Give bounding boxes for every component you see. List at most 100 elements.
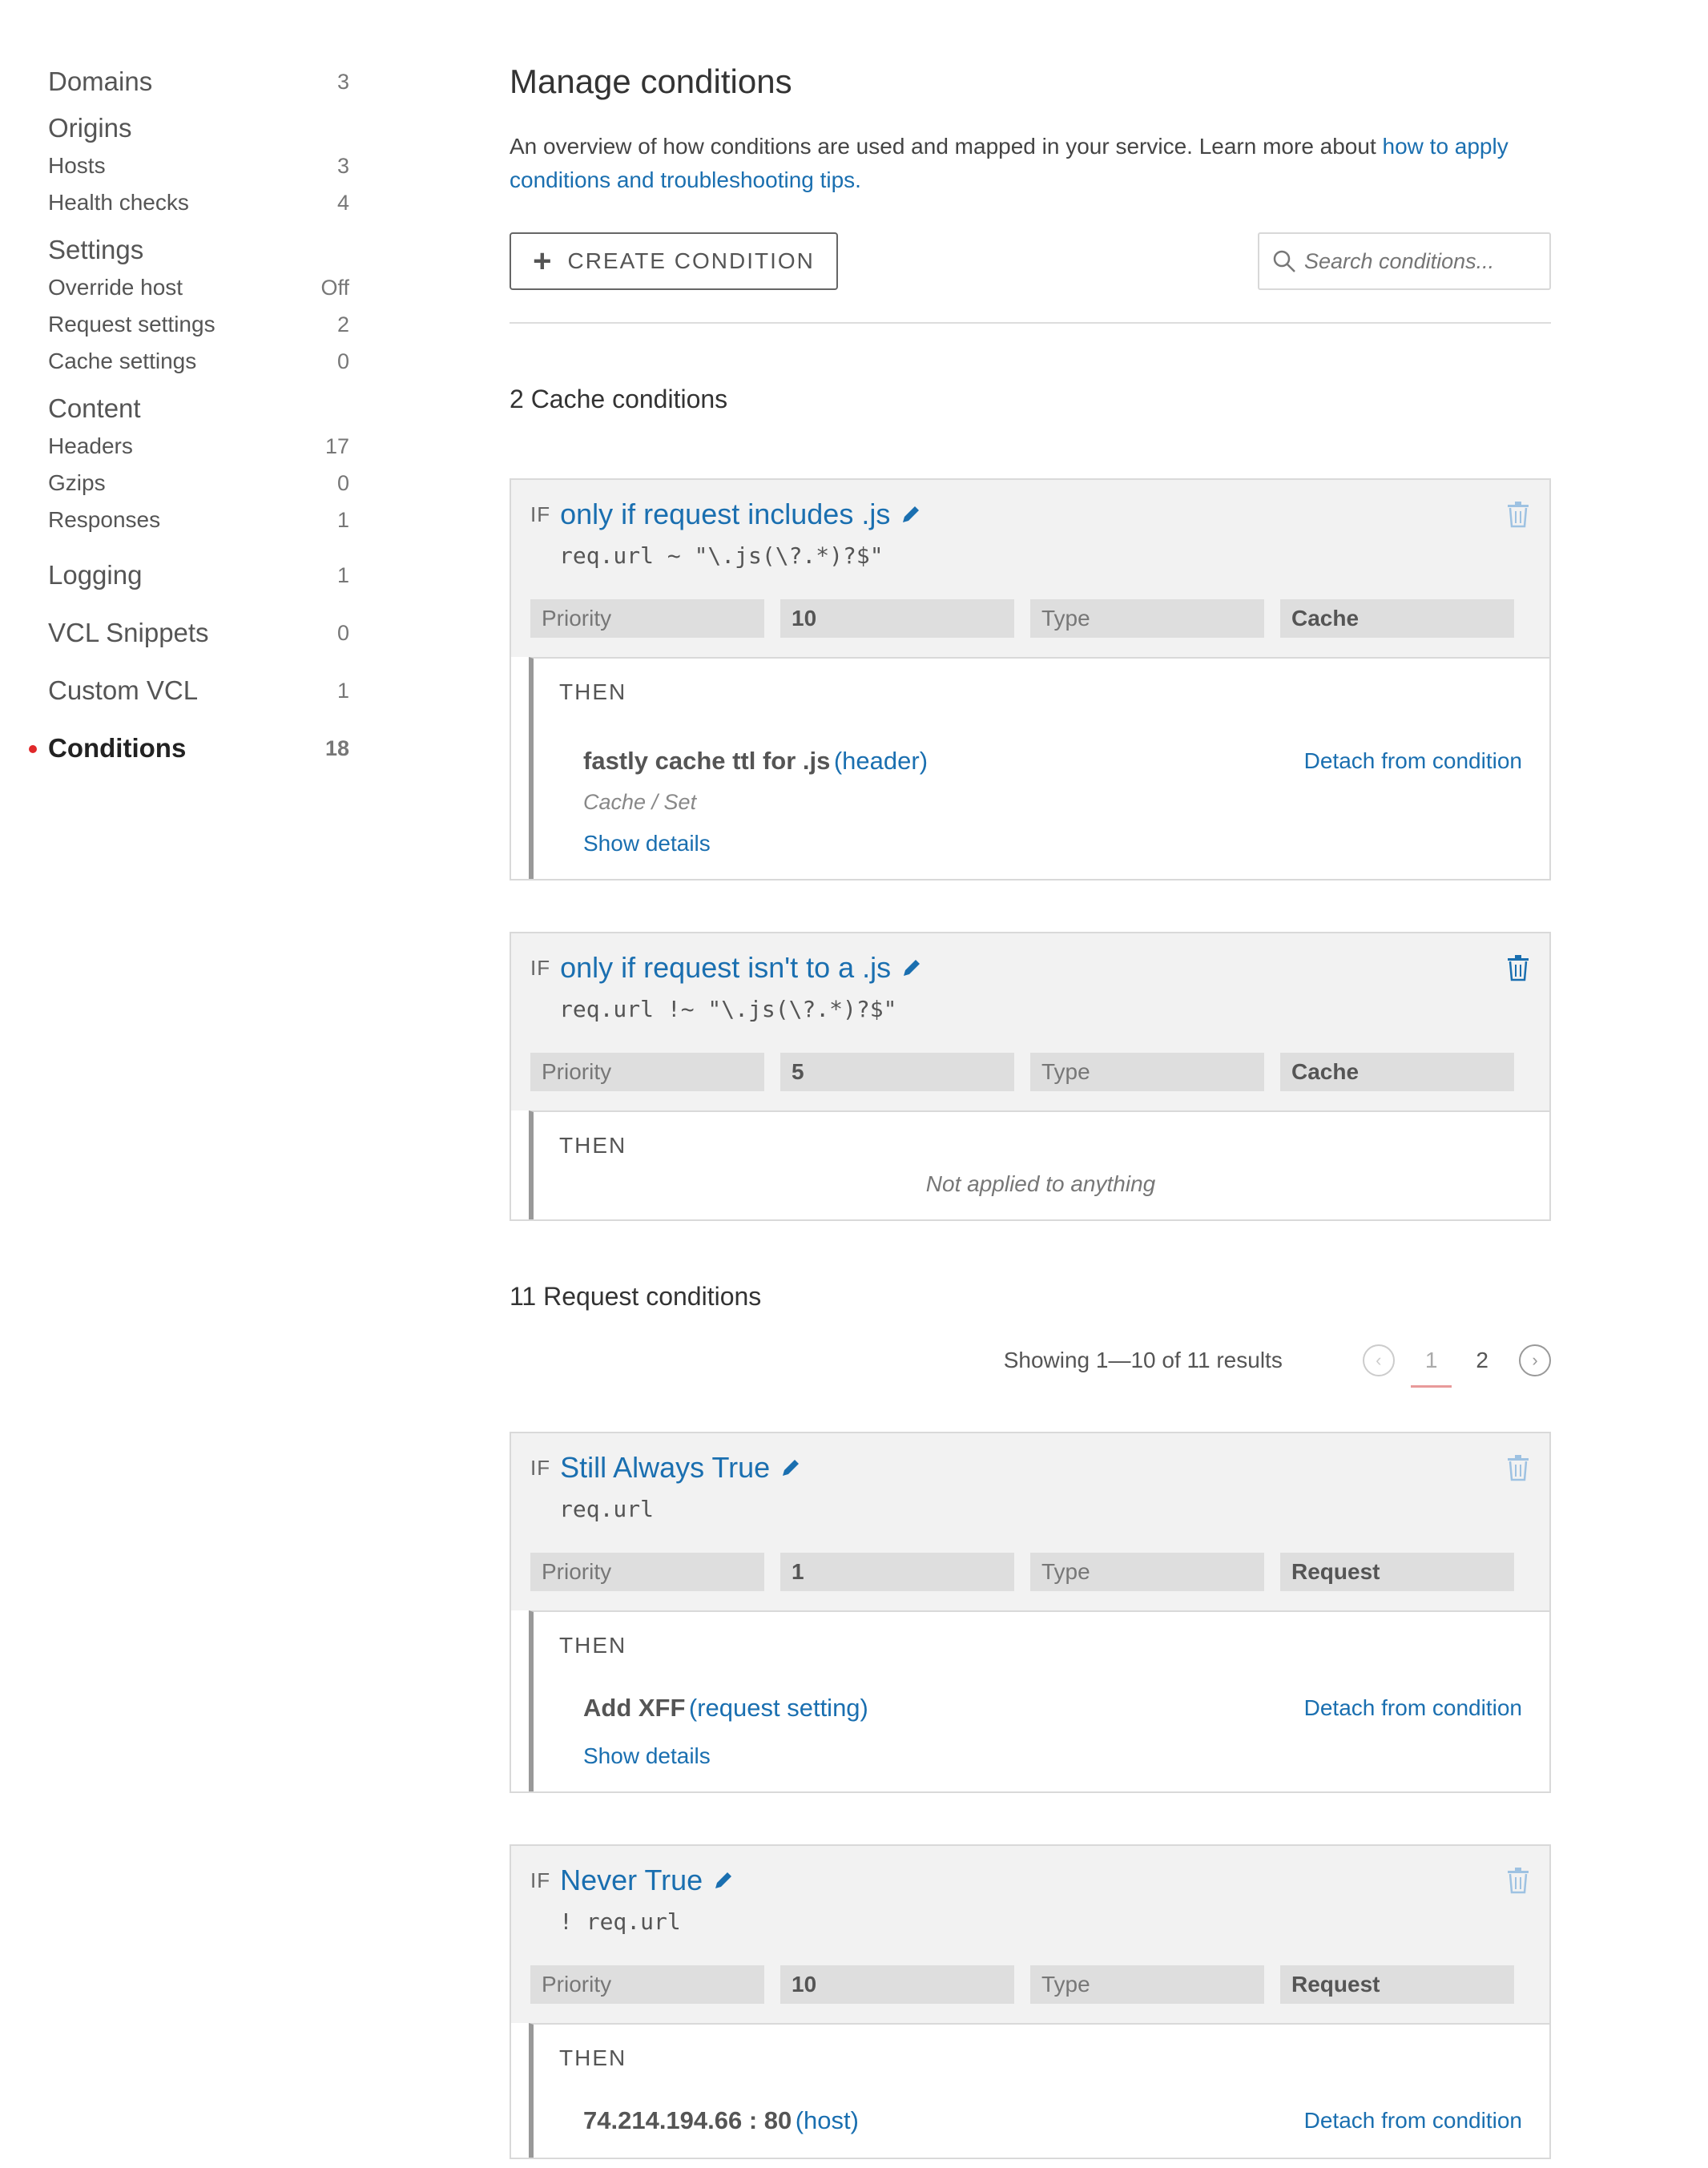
intro-text: An overview of how conditions are used a…: [510, 134, 1509, 192]
type-label: Type: [1030, 1553, 1264, 1591]
detach-link[interactable]: Detach from condition: [1304, 1695, 1522, 1721]
sidebar-item-headers[interactable]: Headers 17: [48, 428, 352, 465]
condition-expression: req.url ~ "\.js(\?.*)?$": [559, 542, 884, 569]
sidebar-item-hosts[interactable]: Hosts 3: [48, 147, 352, 184]
condition-meta: Priority 5 Type Cache: [530, 1053, 1533, 1091]
action-type-link[interactable]: (header): [834, 747, 928, 775]
condition-meta: Priority 1 Type Request: [530, 1553, 1533, 1591]
divider: [510, 322, 1551, 324]
type-label: Type: [1030, 599, 1264, 638]
action-name: 74.214.194.66 : 80: [583, 2106, 792, 2134]
sidebar-item-vcl-snippets[interactable]: VCL Snippets 0: [48, 614, 352, 652]
then-block: THEN fastly cache ttl for .js (header) D…: [529, 657, 1549, 879]
then-label: THEN: [559, 679, 627, 704]
pencil-icon[interactable]: [900, 503, 922, 526]
condition-name[interactable]: Never True: [560, 1864, 703, 1897]
condition-meta: Priority 10 Type Cache: [530, 599, 1533, 638]
page-title: Manage conditions: [510, 62, 792, 100]
then-block: THEN 74.214.194.66 : 80 (host) Detach fr…: [529, 2023, 1549, 2158]
then-label: THEN: [559, 2045, 627, 2070]
main-content: Manage conditions An overview of how con…: [510, 62, 1551, 2159]
sidebar-item-override-host[interactable]: Override host Off: [48, 269, 352, 306]
search-box[interactable]: [1258, 232, 1551, 290]
type-value: Request: [1280, 1965, 1514, 2004]
sidebar-item-responses[interactable]: Responses 1: [48, 502, 352, 538]
sidebar-item-domains[interactable]: Domains 3: [48, 62, 352, 101]
pencil-icon[interactable]: [779, 1457, 802, 1479]
priority-value: 10: [780, 599, 1014, 638]
then-label: THEN: [559, 1633, 627, 1658]
show-details-link[interactable]: Show details: [559, 831, 1522, 856]
pencil-icon[interactable]: [900, 957, 923, 979]
sidebar-item-conditions[interactable]: Conditions 18: [29, 729, 352, 768]
priority-value: 1: [780, 1553, 1014, 1591]
condition-name[interactable]: only if request isn't to a .js: [560, 951, 891, 985]
condition-meta: Priority 10 Type Request: [530, 1965, 1533, 2004]
action-type-link[interactable]: (host): [796, 2106, 859, 2134]
condition-header: IF Never True ! req.url Priority 10 Type…: [511, 1846, 1549, 2023]
type-value: Cache: [1280, 599, 1514, 638]
sidebar-group-settings[interactable]: Settings: [48, 231, 352, 269]
chevron-left-icon[interactable]: ‹: [1362, 1344, 1395, 1376]
sidebar-item-gzips[interactable]: Gzips 0: [48, 465, 352, 502]
page-1[interactable]: 1: [1411, 1348, 1452, 1388]
if-label: IF: [530, 955, 551, 980]
action-name: Add XFF: [583, 1694, 686, 1722]
sidebar-group-content[interactable]: Content: [48, 389, 352, 428]
condition-card: IF only if request isn't to a .js req.ur…: [510, 932, 1551, 1221]
priority-label: Priority: [530, 1053, 764, 1091]
condition-header: IF only if request isn't to a .js req.ur…: [511, 933, 1549, 1110]
pencil-icon[interactable]: [712, 1869, 735, 1892]
request-section-title: 11 Request conditions: [510, 1282, 762, 1311]
detach-link[interactable]: Detach from condition: [1304, 2108, 1522, 2134]
sidebar-item-request-settings[interactable]: Request settings 2: [48, 306, 352, 343]
show-details-link[interactable]: Show details: [559, 1743, 1522, 1769]
detach-link[interactable]: Detach from condition: [1304, 748, 1522, 774]
action-title: Add XFF (request setting): [583, 1694, 868, 1723]
condition-expression: req.url: [559, 1496, 655, 1522]
sidebar-item-logging[interactable]: Logging 1: [48, 556, 352, 594]
toolbar: + CREATE CONDITION: [510, 232, 1551, 290]
action-title: 74.214.194.66 : 80 (host): [583, 2106, 859, 2135]
create-condition-button[interactable]: + CREATE CONDITION: [510, 232, 838, 290]
sidebar-item-health-checks[interactable]: Health checks 4: [48, 184, 352, 221]
condition-expression: req.url !~ "\.js(\?.*)?$": [559, 996, 897, 1022]
plus-icon: +: [533, 243, 554, 279]
action-type-link[interactable]: (request setting): [689, 1694, 868, 1722]
type-value: Cache: [1280, 1053, 1514, 1091]
action-subtitle: Cache / Set: [583, 790, 697, 814]
sidebar: Domains 3 Origins Hosts 3 Health checks 4 S…: [29, 62, 352, 768]
type-label: Type: [1030, 1053, 1264, 1091]
chevron-right-icon[interactable]: ›: [1519, 1344, 1551, 1376]
then-label: THEN: [559, 1133, 627, 1158]
cache-section-title: 2 Cache conditions: [510, 385, 728, 413]
sidebar-group-origins[interactable]: Origins: [48, 109, 352, 147]
condition-card: IF Still Always True req.url Priority 1 …: [510, 1432, 1551, 1793]
then-block: THEN Add XFF (request setting) Detach fr…: [529, 1610, 1549, 1791]
condition-name[interactable]: only if request includes .js: [560, 498, 890, 531]
sidebar-item-cache-settings[interactable]: Cache settings 0: [48, 343, 352, 380]
if-label: IF: [530, 1455, 551, 1480]
trash-icon[interactable]: [1506, 1454, 1530, 1481]
not-applied-text: Not applied to anything: [925, 1171, 1156, 1196]
priority-label: Priority: [530, 599, 764, 638]
condition-header: IF only if request includes .js req.url …: [511, 480, 1549, 657]
priority-value: 5: [780, 1053, 1014, 1091]
condition-name[interactable]: Still Always True: [560, 1451, 770, 1485]
trash-icon[interactable]: [1506, 501, 1530, 528]
trash-icon[interactable]: [1506, 1867, 1530, 1894]
type-value: Request: [1280, 1553, 1514, 1591]
action-name: fastly cache ttl for .js: [583, 747, 831, 775]
if-label: IF: [530, 1868, 551, 1892]
type-label: Type: [1030, 1965, 1264, 2004]
pagination: Showing 1—10 of 11 results ‹ 1 2 ›: [510, 1340, 1551, 1388]
sidebar-item-custom-vcl[interactable]: Custom VCL 1: [48, 671, 352, 710]
priority-label: Priority: [530, 1553, 764, 1591]
trash-icon[interactable]: [1506, 954, 1530, 981]
condition-card: IF Never True ! req.url Priority 10 Type…: [510, 1844, 1551, 2159]
condition-expression: ! req.url: [559, 1908, 681, 1935]
page-2[interactable]: 2: [1476, 1348, 1488, 1373]
action-title: fastly cache ttl for .js (header): [583, 747, 928, 776]
search-input[interactable]: [1304, 248, 1545, 274]
then-block: THEN Not applied to anything: [529, 1110, 1549, 1219]
